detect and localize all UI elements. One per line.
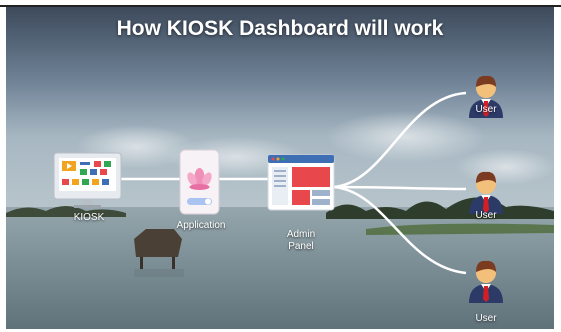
- page-top-rule: [0, 0, 561, 7]
- admin-panel-label-line-2: Panel: [288, 241, 314, 252]
- user-avatar-icon: [469, 260, 503, 303]
- user-label: User: [475, 104, 497, 115]
- kiosk-monitor-icon: [53, 152, 122, 208]
- diagram-slide: How KIOSK Dashboard will work KIOSK Appl…: [6, 7, 554, 329]
- admin-to-user-2-connector: [333, 185, 467, 191]
- flow-diagram: [53, 75, 503, 303]
- kiosk-label: KIOSK: [73, 212, 105, 223]
- admin-to-user-1-connector: [333, 91, 467, 189]
- user-label: User: [475, 313, 497, 324]
- user-avatar-icon: [469, 171, 503, 214]
- admin-panel-icon: [267, 154, 335, 211]
- user-label: User: [475, 210, 497, 221]
- application-label: Application: [176, 220, 226, 231]
- admin-panel-label-line-1: Admin: [286, 229, 316, 240]
- admin-to-user-3-connector: [333, 185, 467, 275]
- application-phone-icon: [179, 149, 220, 215]
